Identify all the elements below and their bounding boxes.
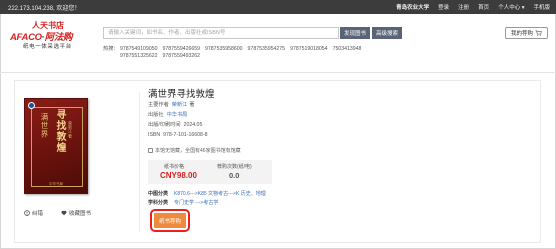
heart-icon <box>61 210 67 216</box>
recommend-count-value: 0.0 <box>229 171 240 180</box>
recommend-count-label: 荐购次数(纸/电) <box>217 164 252 170</box>
subject-value[interactable]: 专门史学 --->考古学 <box>174 200 218 206</box>
paper-price-value: CNY98.00 <box>160 171 197 180</box>
top-bar: 222.173.104.238, 欢迎您！ 青岛农业大学 登录 注册 首页 个人… <box>0 0 556 14</box>
hot-word[interactable]: 9787551325622 <box>120 53 158 60</box>
zhongtu-label: 中图分类 <box>148 191 169 197</box>
header-divider <box>0 72 556 73</box>
author-label: 主要作者 <box>148 102 169 108</box>
paper-book-recommend-button[interactable]: 纸书荐购 <box>150 209 190 232</box>
cover-publisher-badge <box>28 102 35 109</box>
my-recommendations-label: 我的荐购 <box>510 31 533 37</box>
error-report-label: 纠错 <box>32 211 44 217</box>
publisher-link[interactable]: 中华书局 <box>167 112 188 118</box>
meta-pubdate: 出版/印刷时间 2024.05 <box>148 121 202 128</box>
visitor-ip: 222.173.104.238, 欢迎您！ <box>8 6 81 12</box>
error-report-button[interactable]: 纠错 <box>24 209 43 217</box>
price-box: 纸书价格 荐购次数(纸/电) CNY98.00 0.0 <box>148 160 272 184</box>
register-link[interactable]: 注册 <box>458 3 469 11</box>
error-icon <box>24 210 30 216</box>
hot-word[interactable]: 9787559426659 <box>163 46 201 53</box>
paper-price-label: 纸书价格 <box>164 164 185 170</box>
book-cover: 满世界 寻找敦煌 荣新江 著 中华书局 <box>24 98 88 194</box>
favorite-button[interactable]: 收藏图书 <box>61 209 91 217</box>
site-logo[interactable]: 人天书店 AFACO·阿法购 纸电一体采选平台 <box>10 20 102 50</box>
search-button[interactable]: 发现图书 <box>340 27 370 39</box>
book-title: 满世界寻找敦煌 <box>148 89 215 100</box>
hot-searches-label: 热搜： <box>103 46 119 52</box>
hot-word[interactable]: 9787559493262 <box>163 53 201 60</box>
holdings-tip-text: 本馆无馆藏，全国有46家图书馆有馆藏 <box>155 148 241 154</box>
cover-actions: 纠错 收藏图书 <box>24 209 124 217</box>
hot-searches: 热搜： 9787549109050 9787559426659 97875359… <box>103 46 393 60</box>
meta-author: 主要作者 荣新江著 <box>148 101 195 108</box>
hot-word[interactable]: 9787519018054 <box>290 46 328 53</box>
book-detail-panel <box>14 80 541 243</box>
subject-label: 学科分类 <box>148 200 169 206</box>
search-input[interactable] <box>103 27 339 39</box>
cart-icon <box>535 30 542 36</box>
cover-title-small: 满世界 <box>40 113 49 139</box>
author-link[interactable]: 荣新江 <box>172 102 188 108</box>
pubdate-value: 2024.05 <box>183 122 203 128</box>
school-name: 青岛农业大学 <box>396 5 430 11</box>
cover-title-big: 寻找敦煌 <box>54 109 65 153</box>
library-icon <box>148 148 153 153</box>
mobile-link[interactable]: 手机版 <box>533 3 550 11</box>
logo-brand: AFACO·阿法购 <box>10 29 73 43</box>
publisher-label: 出版社 <box>148 112 164 118</box>
zhongtu-value[interactable]: K870.6--->K85 文物考古--->K 历史、地理 <box>174 191 266 197</box>
subject-classification: 学科分类 专门史学 --->考古学 <box>148 199 218 206</box>
author-role: 著 <box>189 102 195 108</box>
meta-publisher: 出版社 中华书局 <box>148 111 187 118</box>
pubdate-label: 出版/印刷时间 <box>148 122 181 128</box>
isbn-value: 978-7-101-16608-8 <box>163 132 208 138</box>
advanced-search-button[interactable]: 高级搜索 <box>372 27 402 39</box>
hot-word[interactable]: 9787549109050 <box>120 46 158 53</box>
my-recommendations-button[interactable]: 我的荐购 <box>505 27 548 39</box>
personal-center-link[interactable]: 个人中心 ▾ <box>498 3 524 11</box>
login-link[interactable]: 登录 <box>438 3 449 11</box>
favorite-label: 收藏图书 <box>69 211 92 217</box>
zhongtu-classification: 中图分类 K870.6--->K85 文物考古--->K 历史、地理 <box>148 190 266 197</box>
logo-subtitle: 纸电一体采选平台 <box>23 44 72 50</box>
hot-searches-list: 9787549109050 9787559426659 978753595860… <box>120 46 393 60</box>
meta-isbn: ISBN 978-7-101-16608-8 <box>148 132 208 138</box>
isbn-label: ISBN <box>148 132 161 138</box>
home-link[interactable]: 首页 <box>478 3 489 11</box>
hot-word[interactable]: 9787535958600 <box>205 46 243 53</box>
hot-word[interactable]: 9787535954275 <box>248 46 286 53</box>
cover-divider <box>139 92 140 232</box>
cover-publisher: 中华书局 <box>49 182 63 186</box>
top-links: 青岛农业大学 登录 注册 首页 个人中心 ▾ 手机版 <box>396 3 550 11</box>
cover-author: 荣新江 著 <box>68 121 73 139</box>
hot-word[interactable]: 7503413948 <box>333 46 362 53</box>
holdings-tip: 本馆无馆藏，全国有46家图书馆有馆藏 <box>148 147 241 154</box>
